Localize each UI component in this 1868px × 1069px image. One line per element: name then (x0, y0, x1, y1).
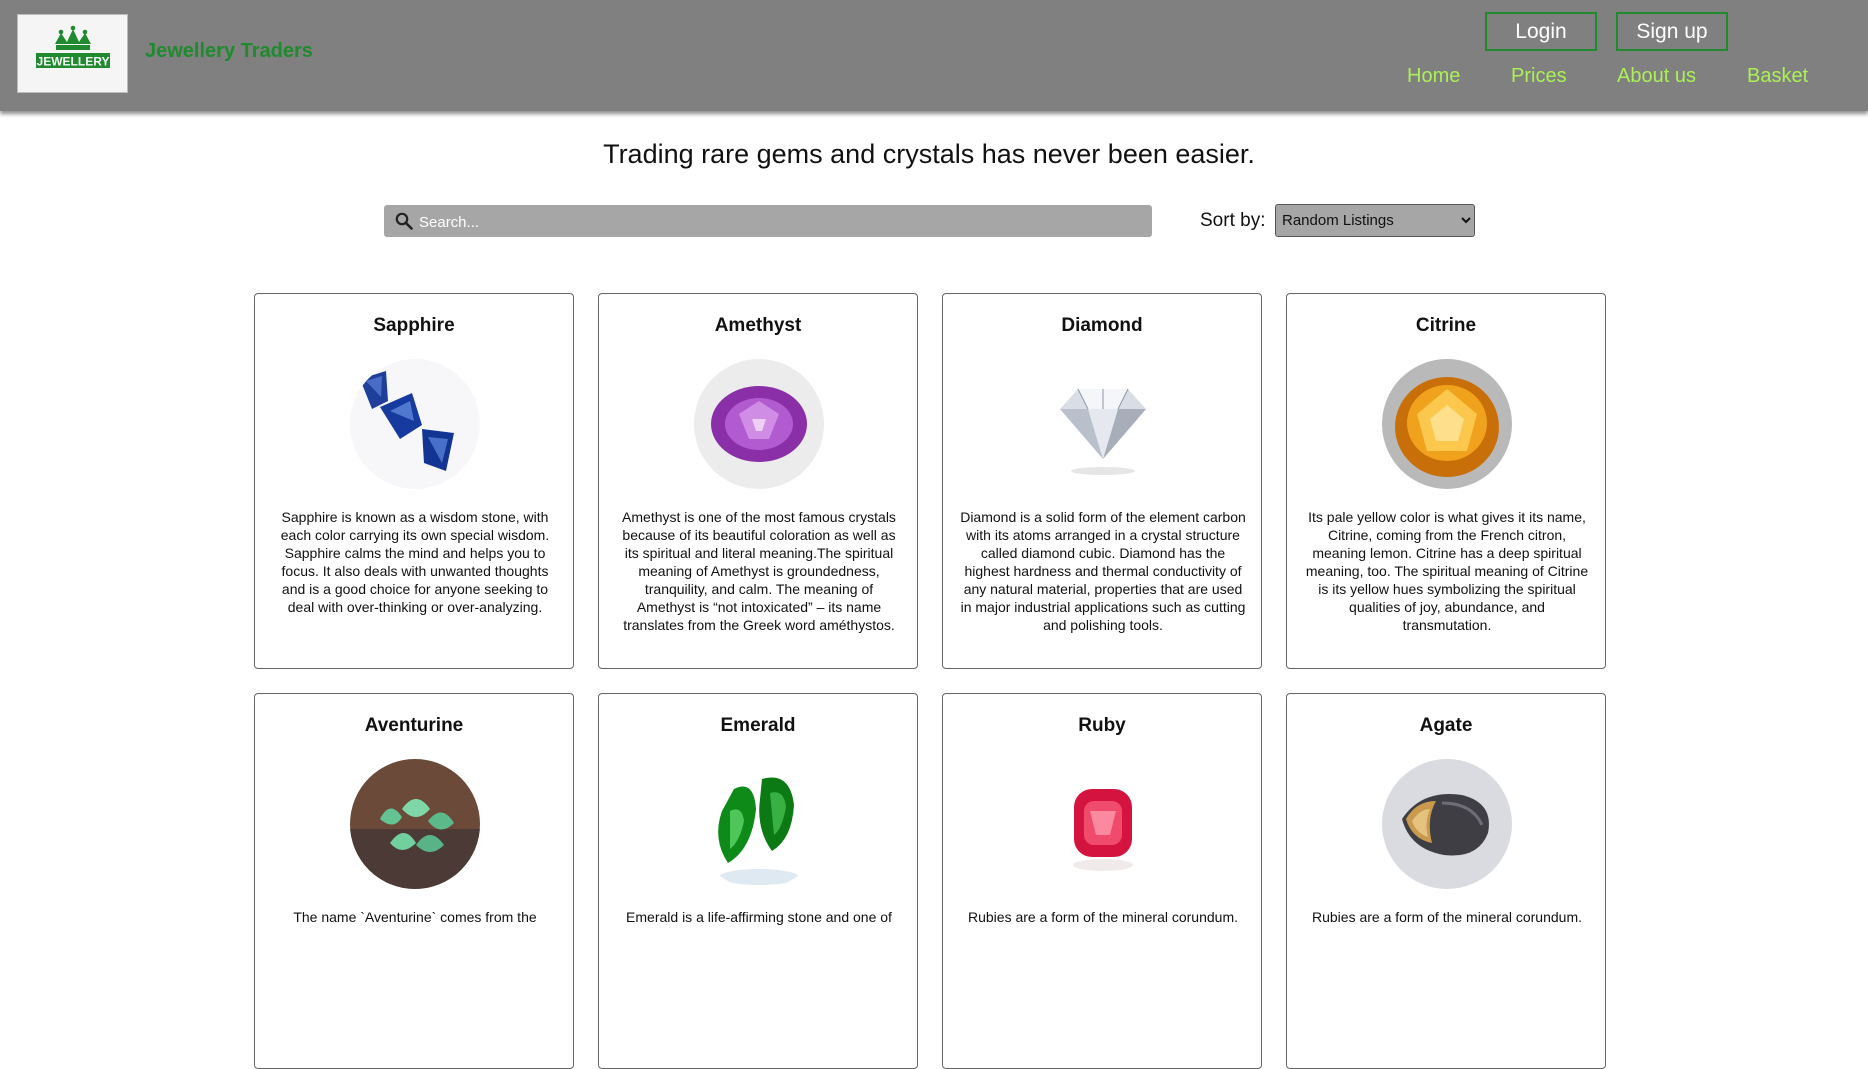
product-card-emerald[interactable]: Emerald Emerald is a life-affirming ston… (598, 693, 918, 1069)
product-description: Diamond is a solid form of the element c… (960, 509, 1246, 633)
search-bar[interactable] (384, 205, 1152, 237)
product-title: Sapphire (373, 315, 455, 336)
product-description: Its pale yellow color is what gives it i… (1305, 509, 1589, 633)
sort-label: Sort by: (1200, 210, 1266, 231)
site-logo[interactable]: JEWELLERY (17, 14, 128, 93)
product-description: Rubies are a form of the mineral corundu… (967, 909, 1238, 925)
nav-basket[interactable]: Basket (1747, 65, 1808, 88)
product-description: Sapphire is known as a wisdom stone, wit… (280, 509, 550, 615)
nav-prices[interactable]: Prices (1511, 65, 1567, 88)
brand-name[interactable]: Jewellery Traders (145, 40, 313, 63)
product-card-sapphire[interactable]: Sapphire Sapphire is known as a wisdom s… (254, 293, 574, 669)
amethyst-image (694, 359, 824, 489)
signup-button[interactable]: Sign up (1616, 12, 1728, 51)
sapphire-image (350, 359, 480, 489)
product-title: Citrine (1415, 315, 1477, 336)
product-title: Emerald (720, 715, 796, 736)
login-button[interactable]: Login (1485, 12, 1597, 51)
product-description: Emerald is a life-affirming stone and on… (626, 909, 892, 925)
product-title: Aventurine (364, 715, 464, 736)
product-description: Rubies are a form of the mineral corundu… (1311, 909, 1582, 925)
logo-text: JEWELLERY (37, 55, 110, 69)
sort-select[interactable]: Random Listings (1275, 204, 1475, 237)
diamond-image (1038, 359, 1168, 489)
product-title: Amethyst (714, 315, 802, 336)
product-card-diamond[interactable]: Diamond Diamond is a solid form of the e… (942, 293, 1262, 669)
search-icon (395, 212, 413, 230)
product-description: Amethyst is one of the most famous cryst… (622, 509, 896, 633)
agate-image (1382, 759, 1512, 889)
product-card-amethyst[interactable]: Amethyst Amethyst is one of the most fam… (598, 293, 918, 669)
product-card-ruby[interactable]: Ruby Rubies are a form of the mineral co… (942, 693, 1262, 1069)
page-tagline: Trading rare gems and crystals has never… (603, 139, 1255, 169)
emerald-image (694, 759, 824, 889)
nav-about-us[interactable]: About us (1617, 65, 1696, 88)
product-card-aventurine[interactable]: Aventurine The name `Aventurine` comes f… (254, 693, 574, 1069)
product-description: The name `Aventurine` comes from the (293, 909, 537, 925)
nav-home[interactable]: Home (1407, 65, 1460, 88)
aventurine-image (350, 759, 480, 889)
site-header: JEWELLERY Jewellery Traders Login Sign u… (0, 0, 1868, 111)
product-title: Diamond (1061, 315, 1143, 336)
product-title: Agate (1419, 715, 1473, 736)
product-title: Ruby (1078, 715, 1126, 736)
ruby-image (1038, 759, 1168, 889)
product-card-agate[interactable]: Agate Rubies are a form of the mineral c… (1286, 693, 1606, 1069)
search-input[interactable] (417, 209, 1141, 235)
product-card-citrine[interactable]: Citrine Its pale yellow color is what gi… (1286, 293, 1606, 669)
citrine-image (1382, 359, 1512, 489)
